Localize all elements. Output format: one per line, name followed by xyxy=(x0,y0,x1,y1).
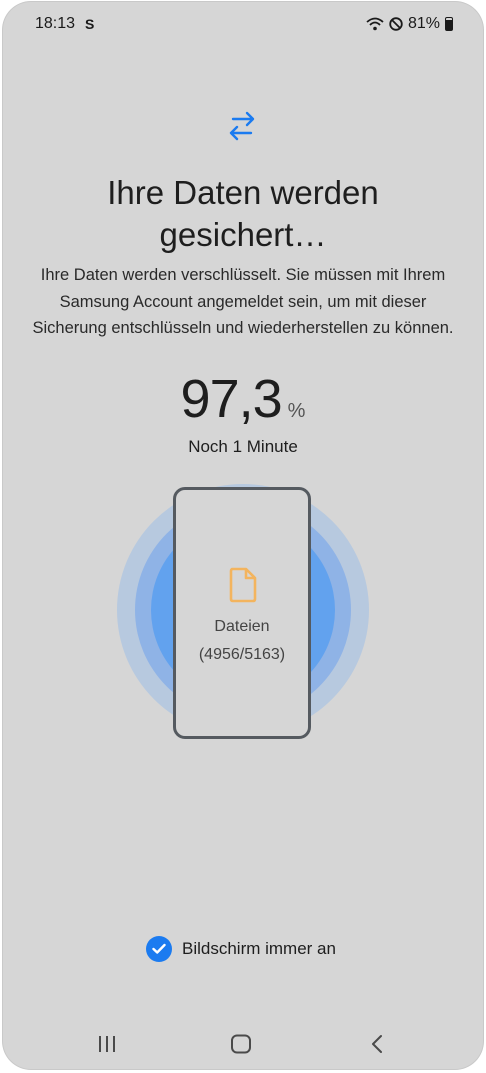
backup-description: Ihre Daten werden verschlüsselt. Sie müs… xyxy=(32,266,454,337)
file-icon xyxy=(229,567,257,603)
navigation-bar xyxy=(3,1022,483,1062)
s-icon: S xyxy=(85,16,95,32)
current-item-count: (4956/5163) xyxy=(198,646,286,663)
battery-percentage: 81% xyxy=(407,15,440,32)
checkmark-icon xyxy=(152,943,166,954)
status-bar-left: 18:13 S xyxy=(35,15,94,33)
recent-apps-button[interactable] xyxy=(87,1030,127,1058)
keep-screen-on-checkbox[interactable] xyxy=(146,936,172,962)
keep-screen-on-option[interactable]: Bildschirm immer an xyxy=(146,936,336,962)
time-remaining: Noch 1 Minute xyxy=(188,437,298,456)
do-not-disturb-icon xyxy=(389,17,403,31)
home-icon xyxy=(231,1034,251,1054)
bottom-link-cutoff[interactable] xyxy=(33,1002,89,1012)
device-illustration xyxy=(173,487,311,739)
keep-screen-on-label: Bildschirm immer an xyxy=(182,939,336,958)
back-icon xyxy=(372,1035,382,1053)
recent-apps-icon xyxy=(99,1036,115,1052)
status-bar-right: 81% xyxy=(366,15,453,33)
transfer-arrows-icon xyxy=(229,111,255,141)
status-time: 18:13 xyxy=(35,15,76,32)
page-title: Ihre Daten werden gesichert… xyxy=(107,174,379,253)
current-item-label: Dateien xyxy=(214,618,270,635)
phone-screen: 18:13 S 81% Ihre Daten werden gesichert…… xyxy=(3,2,483,1069)
back-button[interactable] xyxy=(357,1030,397,1058)
progress-unit: % xyxy=(287,400,306,422)
progress-readout: 97,3% xyxy=(3,368,483,430)
progress-value: 97,3 xyxy=(180,369,283,429)
home-button[interactable] xyxy=(221,1030,261,1058)
battery-icon xyxy=(445,17,453,31)
wifi-icon xyxy=(366,17,384,31)
